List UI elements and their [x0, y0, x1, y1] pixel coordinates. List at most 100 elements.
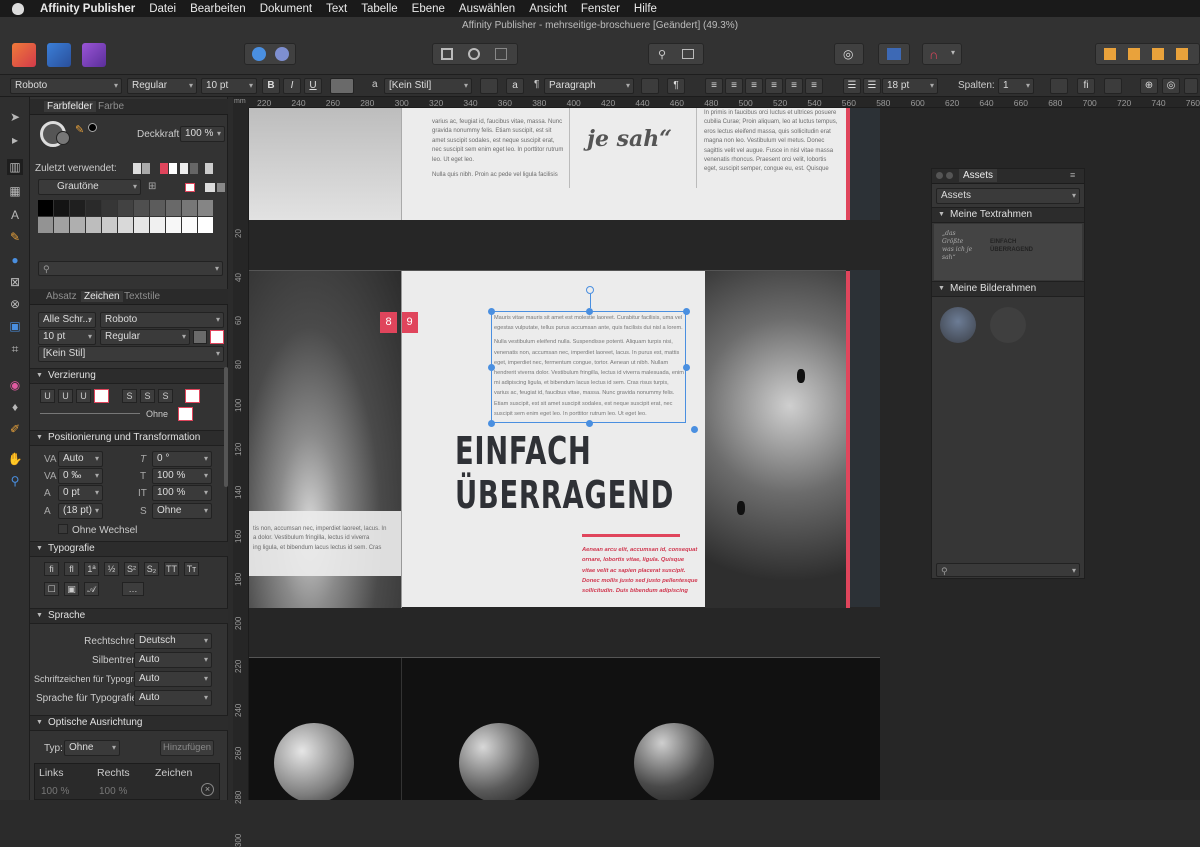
- swatch[interactable]: [150, 217, 165, 233]
- swatch[interactable]: [102, 200, 117, 216]
- menu-app-name[interactable]: Affinity Publisher: [40, 3, 135, 15]
- strike-single-button[interactable]: S: [122, 389, 137, 403]
- ellipse-tool-icon[interactable]: ●: [7, 252, 23, 268]
- hscale-select[interactable]: 100 %: [152, 485, 212, 501]
- assets-tab[interactable]: Assets: [959, 169, 998, 182]
- swatch[interactable]: [134, 217, 149, 233]
- font-family-select[interactable]: Roboto: [10, 78, 122, 94]
- text-color-swatch[interactable]: [330, 78, 354, 94]
- menu-fenster[interactable]: Fenster: [581, 3, 620, 15]
- top-spread[interactable]: varius ac, feugiat id, faucibus vitae, m…: [249, 108, 850, 220]
- apple-icon[interactable]: [12, 2, 24, 15]
- recent-swatch[interactable]: [190, 163, 198, 174]
- decoration-color-swatch[interactable]: [178, 407, 193, 421]
- swash-icon[interactable]: ▣: [64, 582, 79, 596]
- swatch[interactable]: [182, 200, 197, 216]
- resize-handle[interactable]: [488, 364, 495, 371]
- position-select[interactable]: Ohne: [152, 503, 212, 519]
- menu-ebene[interactable]: Ebene: [412, 3, 445, 15]
- menu-text[interactable]: Text: [326, 3, 347, 15]
- swatch[interactable]: [118, 217, 133, 233]
- rotate-handle[interactable]: [586, 286, 594, 294]
- no-wrap-checkbox[interactable]: [58, 524, 68, 534]
- view-button[interactable]: ◎: [1162, 78, 1180, 94]
- vscale-select[interactable]: 100 %: [152, 468, 212, 484]
- asset-circle-frame[interactable]: [990, 307, 1026, 343]
- italic-button[interactable]: I: [283, 78, 301, 94]
- titling-icon[interactable]: TT: [164, 562, 179, 576]
- headline[interactable]: EINFACH ÜBERRAGEND: [455, 429, 674, 517]
- target-button[interactable]: ⊕: [1140, 78, 1158, 94]
- bold-button[interactable]: B: [262, 78, 280, 94]
- resize-handle[interactable]: [488, 308, 495, 315]
- align-center-button[interactable]: ≡: [725, 78, 743, 94]
- moon-image[interactable]: [459, 723, 539, 800]
- leading-select[interactable]: 18 pt: [882, 78, 938, 94]
- publisher-persona-icon[interactable]: [12, 43, 36, 67]
- horizontal-ruler[interactable]: 220 240 260 280 300 320 340 360 380 400 420 440 460 4…: [249, 97, 1200, 108]
- fill-tool-icon[interactable]: ◉: [7, 377, 23, 393]
- section-verzierung[interactable]: Verzierung: [30, 368, 228, 384]
- tab-farbfelder[interactable]: Farbfelder: [44, 101, 96, 112]
- stylistic-icon[interactable]: ☐: [44, 582, 59, 596]
- none-swatch[interactable]: [185, 183, 195, 192]
- tab-absatz[interactable]: Absatz: [46, 291, 77, 302]
- gray-swatch[interactable]: [217, 183, 225, 192]
- char-font-select[interactable]: Roboto: [100, 312, 224, 328]
- resize-handle[interactable]: [691, 426, 698, 433]
- bullets-button[interactable]: ☰: [843, 78, 861, 94]
- bottom-spread[interactable]: [249, 657, 880, 800]
- menu-hilfe[interactable]: Hilfe: [634, 3, 657, 15]
- snapping-button[interactable]: ∩ ▾: [922, 43, 962, 65]
- underline-single-button[interactable]: U: [40, 389, 55, 403]
- ligature-button[interactable]: ﬁ: [1077, 78, 1095, 94]
- columns-stepper[interactable]: 1: [998, 78, 1034, 94]
- section-meine-bilderahmen[interactable]: Meine Bilderahmen: [932, 281, 1084, 297]
- spelling-select[interactable]: Deutsch: [134, 633, 212, 649]
- transparency-tool-icon[interactable]: ♦: [7, 399, 23, 415]
- white-swatch[interactable]: [205, 183, 215, 192]
- top-col1-text[interactable]: varius ac, feugiat id, faucibus vitae, m…: [432, 118, 563, 180]
- moon-image[interactable]: [274, 723, 354, 800]
- moon-image[interactable]: [634, 723, 714, 800]
- subscript-icon[interactable]: S₂: [144, 562, 159, 576]
- designer-persona-icon[interactable]: [47, 43, 71, 67]
- surfer-image[interactable]: [705, 271, 846, 608]
- section-positionierung[interactable]: Positionierung und Transformation: [30, 430, 228, 446]
- align-right-button[interactable]: ≡: [745, 78, 763, 94]
- tab-farbe[interactable]: Farbe: [98, 101, 124, 112]
- eyedropper-icon[interactable]: ✎: [75, 123, 84, 136]
- char-bg-swatch[interactable]: [210, 330, 224, 344]
- resize-handle[interactable]: [683, 364, 690, 371]
- accent-text[interactable]: Aenean arcu elit, accumsan id, consequat…: [582, 545, 698, 596]
- frame-text-tool-icon[interactable]: ▥: [7, 159, 23, 175]
- menu-dokument[interactable]: Dokument: [260, 3, 312, 15]
- small-caps-icon[interactable]: Tт: [184, 562, 199, 576]
- pen-tool-icon[interactable]: ✎: [7, 229, 23, 245]
- add-button[interactable]: Hinzufügen: [160, 740, 214, 756]
- swatch[interactable]: [198, 200, 213, 216]
- table-tool-icon[interactable]: ▦: [7, 183, 23, 199]
- swatch[interactable]: [166, 217, 181, 233]
- char-color-swatch[interactable]: [193, 330, 207, 344]
- recent-swatch[interactable]: [142, 163, 150, 174]
- swatch[interactable]: [86, 200, 101, 216]
- arrange-group[interactable]: [1095, 43, 1200, 65]
- ellipse-frame-tool-icon[interactable]: ⊗: [7, 296, 23, 312]
- type-select[interactable]: Ohne: [64, 740, 120, 756]
- more-button[interactable]: [1184, 78, 1198, 94]
- underline-button[interactable]: U: [304, 78, 322, 94]
- vertical-align-button[interactable]: ≡: [805, 78, 823, 94]
- palette-grid-icon[interactable]: ⊞: [148, 181, 156, 192]
- hyphenation-select[interactable]: Auto: [134, 652, 212, 668]
- char-size-select[interactable]: 10 pt: [38, 329, 96, 345]
- artistic-text-tool-icon[interactable]: A: [7, 207, 23, 223]
- assets-search-input[interactable]: ⚲: [936, 563, 1080, 577]
- view-mode-group[interactable]: [432, 43, 518, 65]
- stroke-color-well[interactable]: [56, 131, 70, 145]
- vertical-ruler[interactable]: 20 40 60 80 100 120 140 160 180 200 220 240 260 280 30…: [233, 108, 249, 847]
- asset-quote-thumb[interactable]: „das Größte was ich je sah“: [942, 230, 976, 262]
- crop-tool-icon[interactable]: ⌗: [7, 341, 23, 357]
- asset-headline-thumb[interactable]: EINFACH ÜBERRAGEND: [990, 238, 1034, 254]
- justify-button[interactable]: ≡: [765, 78, 783, 94]
